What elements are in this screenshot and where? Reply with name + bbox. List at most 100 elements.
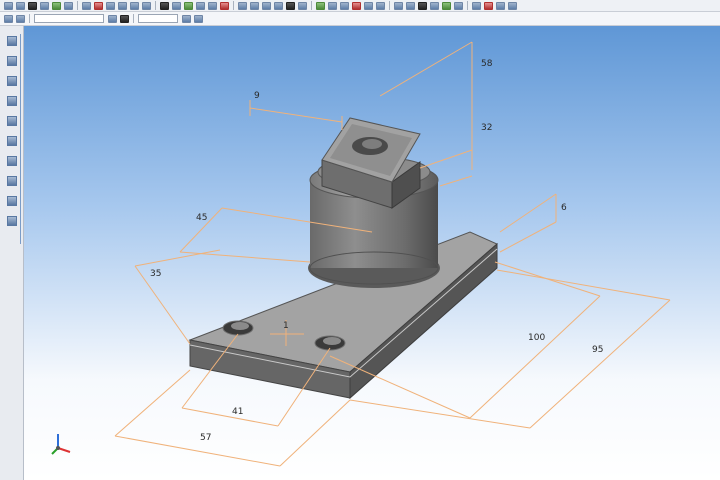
main-toolbar [0, 0, 720, 12]
dimension-value: 9 [254, 91, 260, 101]
panel-divider [20, 34, 21, 244]
dimension-line [114, 369, 191, 437]
dimension-line [496, 269, 671, 301]
toolbar-button-20-icon[interactable] [250, 1, 259, 10]
toolbar-separator [389, 1, 390, 10]
axis-triad [51, 434, 71, 455]
grid-icon[interactable] [194, 14, 203, 23]
toolbar-button-11-icon[interactable] [130, 1, 139, 10]
dimension-value: 1 [283, 321, 289, 331]
dimension-boss-height[interactable]: 32 [439, 123, 492, 187]
toolbar-button-29-icon[interactable] [364, 1, 373, 10]
dimension-value: 58 [481, 59, 493, 69]
dimension-line [114, 435, 281, 467]
dimension-line [134, 265, 191, 345]
toolbar-button-18-icon[interactable] [220, 1, 229, 10]
panel-button-6-icon[interactable] [7, 136, 17, 146]
filter-icon[interactable] [4, 14, 13, 23]
toolbar-button-15-icon[interactable] [184, 1, 193, 10]
toolbar-button-37-icon[interactable] [472, 1, 481, 10]
dimension-value: 32 [481, 123, 492, 133]
toolbar-button-4-icon[interactable] [40, 1, 49, 10]
toolbar-button-1-icon[interactable] [4, 1, 13, 10]
dimension-line [249, 107, 343, 123]
mounting-hole-left[interactable] [222, 320, 254, 336]
properties-icon[interactable] [108, 14, 117, 23]
dimension-line [379, 41, 473, 97]
dimension-value: 45 [196, 213, 207, 223]
toolbar-button-19-icon[interactable] [238, 1, 247, 10]
toolbar-separator [311, 1, 312, 10]
toolbar-button-12-icon[interactable] [142, 1, 151, 10]
model-scene: 58 32 9 45 6 35 100 95 41 57 1 [51, 41, 671, 467]
toolbar-separator [29, 14, 30, 23]
toolbar-button-30-icon[interactable] [376, 1, 385, 10]
toolbar-button-3-icon[interactable] [28, 1, 37, 10]
panel-button-3-icon[interactable] [7, 76, 17, 86]
dimension-value: 57 [200, 433, 211, 443]
toolbar-button-28-icon[interactable] [352, 1, 361, 10]
secondary-toolbar [0, 12, 720, 26]
toolbar-button-38-icon[interactable] [484, 1, 493, 10]
dimension-plate-depth[interactable]: 35 [134, 249, 221, 345]
dimension-line [419, 149, 473, 169]
panel-button-10-icon[interactable] [7, 216, 17, 226]
panel-button-4-icon[interactable] [7, 96, 17, 106]
toolbar-button-9-icon[interactable] [106, 1, 115, 10]
toolbar-button-39-icon[interactable] [496, 1, 505, 10]
toolbar-separator [77, 1, 78, 10]
dimension-value: 95 [592, 345, 603, 355]
select-icon[interactable] [16, 14, 25, 23]
toolbar-button-23-icon[interactable] [286, 1, 295, 10]
dimension-value: 100 [528, 333, 545, 343]
dimension-line [469, 295, 601, 419]
toolbar-button-14-icon[interactable] [172, 1, 181, 10]
toolbar-button-10-icon[interactable] [118, 1, 127, 10]
toolbar-separator [233, 1, 234, 10]
layer-field[interactable] [34, 14, 104, 23]
toolbar-button-31-icon[interactable] [394, 1, 403, 10]
toolbar-button-5-icon[interactable] [52, 1, 61, 10]
panel-button-5-icon[interactable] [7, 116, 17, 126]
view-orientation-icon[interactable] [120, 14, 129, 23]
toolbar-separator [155, 1, 156, 10]
3d-viewport[interactable]: 58 32 9 45 6 35 100 95 41 57 1 [24, 26, 720, 480]
toolbar-separator [467, 1, 468, 10]
dimension-value: 6 [561, 203, 567, 213]
toolbar-button-16-icon[interactable] [196, 1, 205, 10]
toolbar-button-26-icon[interactable] [328, 1, 337, 10]
toolbar-button-40-icon[interactable] [508, 1, 517, 10]
dimension-line [439, 175, 473, 187]
dimension-value: 35 [150, 269, 161, 279]
toolbar-button-8-icon[interactable] [94, 1, 103, 10]
toolbar-button-7-icon[interactable] [82, 1, 91, 10]
panel-button-8-icon[interactable] [7, 176, 17, 186]
dimension-plate-thickness[interactable]: 6 [499, 193, 567, 253]
dimension-line [279, 399, 351, 467]
toolbar-button-21-icon[interactable] [262, 1, 271, 10]
panel-button-1-icon[interactable] [7, 36, 17, 46]
toolbar-button-36-icon[interactable] [454, 1, 463, 10]
panel-button-9-icon[interactable] [7, 196, 17, 206]
toolbar-button-32-icon[interactable] [406, 1, 415, 10]
snap-icon[interactable] [182, 14, 191, 23]
toolbar-button-6-icon[interactable] [64, 1, 73, 10]
dimension-value: 41 [232, 407, 243, 417]
toolbar-button-33-icon[interactable] [418, 1, 427, 10]
dimension-square-size[interactable]: 9 [249, 91, 343, 130]
toolbar-button-13-icon[interactable] [160, 1, 169, 10]
toolbar-button-35-icon[interactable] [442, 1, 451, 10]
compact-panel [0, 26, 24, 480]
toolbar-button-34-icon[interactable] [430, 1, 439, 10]
toolbar-button-24-icon[interactable] [298, 1, 307, 10]
toolbar-button-22-icon[interactable] [274, 1, 283, 10]
toolbar-button-17-icon[interactable] [208, 1, 217, 10]
toolbar-button-27-icon[interactable] [340, 1, 349, 10]
mounting-hole-right[interactable] [314, 335, 346, 351]
step-field[interactable] [138, 14, 178, 23]
panel-button-7-icon[interactable] [7, 156, 17, 166]
dimension-line [134, 249, 221, 267]
toolbar-button-2-icon[interactable] [16, 1, 25, 10]
toolbar-button-25-icon[interactable] [316, 1, 325, 10]
panel-button-2-icon[interactable] [7, 56, 17, 66]
